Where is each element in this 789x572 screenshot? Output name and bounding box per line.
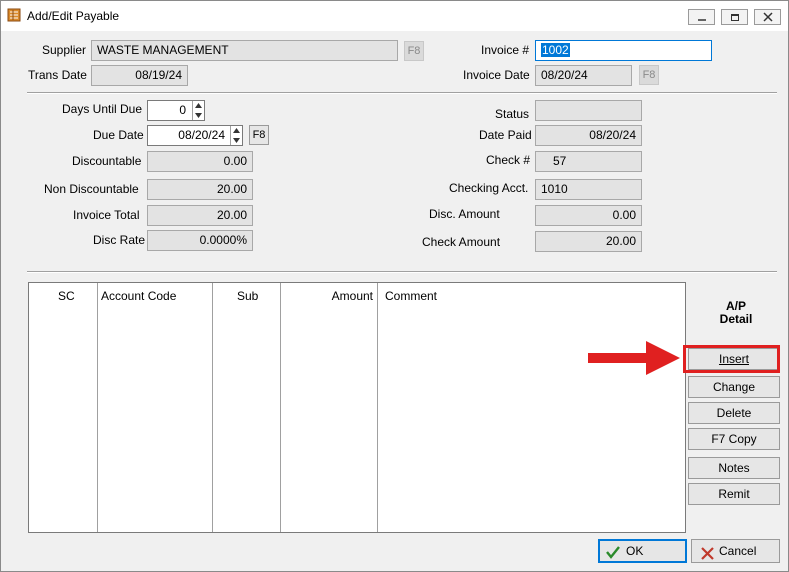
due-date-spinner[interactable] bbox=[230, 126, 242, 145]
spin-up-icon[interactable] bbox=[231, 126, 242, 135]
disc-amount-label: Disc. Amount bbox=[429, 207, 500, 221]
change-button[interactable]: Change bbox=[688, 376, 780, 398]
grid-column-sc: SC bbox=[29, 283, 98, 532]
days-until-due-spinner[interactable] bbox=[192, 101, 204, 120]
delete-button[interactable]: Delete bbox=[688, 402, 780, 424]
window-title: Add/Edit Payable bbox=[27, 9, 120, 23]
detail-separator bbox=[27, 271, 777, 273]
spin-down-icon[interactable] bbox=[231, 135, 242, 145]
grid-header-sc[interactable]: SC bbox=[58, 289, 75, 303]
grid-column-comment: Comment bbox=[378, 283, 685, 532]
check-amount-label: Check Amount bbox=[422, 235, 501, 249]
spin-up-icon[interactable] bbox=[193, 101, 204, 110]
annotation-arrow-icon bbox=[588, 341, 680, 375]
checking-acct-field: 1010 bbox=[535, 179, 642, 200]
check-amount-field: 20.00 bbox=[535, 231, 642, 252]
supplier-field: WASTE MANAGEMENT bbox=[91, 40, 398, 61]
disc-amount-field: 0.00 bbox=[535, 205, 642, 226]
header-separator bbox=[27, 92, 777, 94]
supplier-label: Supplier bbox=[42, 43, 87, 57]
disc-rate-label: Disc Rate bbox=[93, 233, 146, 247]
restore-icon bbox=[730, 12, 740, 22]
discountable-label: Discountable bbox=[72, 154, 142, 168]
supplier-lookup-button[interactable]: F8 bbox=[404, 41, 424, 61]
copy-button-label: F7 Copy bbox=[711, 432, 757, 446]
date-paid-label: Date Paid bbox=[479, 128, 532, 142]
close-icon bbox=[762, 12, 773, 22]
grid-header-account-code[interactable]: Account Code bbox=[101, 289, 176, 303]
non-discountable-field: 20.00 bbox=[147, 179, 253, 200]
invoice-number-input[interactable]: 1002 bbox=[535, 40, 712, 61]
invoice-date-label: Invoice Date bbox=[463, 68, 530, 82]
invoice-total-field: 20.00 bbox=[147, 205, 253, 226]
cancel-button-label: Cancel bbox=[719, 544, 757, 558]
disc-rate-field: 0.0000% bbox=[147, 230, 253, 251]
restore-button[interactable] bbox=[721, 9, 748, 25]
check-number-label: Check # bbox=[486, 153, 531, 167]
notes-button[interactable]: Notes bbox=[688, 457, 780, 479]
detail-grid[interactable]: SC Account Code Sub Amount Comment bbox=[28, 282, 686, 533]
invoice-date-field: 08/20/24 bbox=[535, 65, 632, 86]
invoice-date-lookup-button[interactable]: F8 bbox=[639, 65, 659, 85]
grid-header-sub[interactable]: Sub bbox=[237, 289, 258, 303]
grid-header-amount[interactable]: Amount bbox=[332, 289, 373, 303]
non-discountable-label: Non Discountable bbox=[44, 182, 139, 196]
close-button[interactable] bbox=[754, 9, 781, 25]
ap-detail-heading: A/P Detail bbox=[706, 300, 766, 326]
spin-down-icon[interactable] bbox=[193, 110, 204, 120]
ok-button[interactable]: OK bbox=[598, 539, 687, 563]
date-paid-field: 08/20/24 bbox=[535, 125, 642, 146]
notes-button-label: Notes bbox=[718, 461, 750, 475]
minimize-icon bbox=[697, 12, 707, 22]
discountable-field: 0.00 bbox=[147, 151, 253, 172]
invoice-number-label: Invoice # bbox=[481, 43, 530, 57]
add-edit-payable-window: Add/Edit Payable Supplier WASTE MANAGEME… bbox=[0, 0, 789, 572]
check-number-field: 57 bbox=[535, 151, 642, 172]
status-field bbox=[535, 100, 642, 121]
remit-button-label: Remit bbox=[718, 487, 750, 501]
due-date-input[interactable]: 08/20/24 bbox=[147, 125, 243, 146]
due-date-value: 08/20/24 bbox=[178, 128, 225, 142]
app-ledger-icon bbox=[7, 8, 21, 22]
cancel-x-icon bbox=[701, 545, 714, 567]
days-until-due-label: Days Until Due bbox=[62, 102, 143, 116]
ap-detail-heading-line2: Detail bbox=[719, 312, 753, 326]
delete-button-label: Delete bbox=[716, 406, 752, 420]
change-button-label: Change bbox=[712, 380, 756, 394]
grid-column-account-code: Account Code bbox=[98, 283, 213, 532]
grid-column-sub: Sub bbox=[213, 283, 281, 532]
grid-header-comment[interactable]: Comment bbox=[385, 289, 437, 303]
days-until-due-value: 0 bbox=[179, 103, 186, 117]
trans-date-field: 08/19/24 bbox=[91, 65, 188, 86]
copy-button[interactable]: F7 Copy bbox=[688, 428, 780, 450]
invoice-number-value: 1002 bbox=[541, 43, 570, 57]
checking-acct-label: Checking Acct. bbox=[449, 181, 529, 195]
remit-button[interactable]: Remit bbox=[688, 483, 780, 505]
insert-highlight-box bbox=[683, 345, 780, 373]
cancel-button[interactable]: Cancel bbox=[691, 539, 780, 563]
status-label: Status bbox=[495, 107, 530, 121]
title-bar: Add/Edit Payable bbox=[1, 1, 788, 31]
invoice-total-label: Invoice Total bbox=[73, 208, 140, 222]
checkmark-icon bbox=[606, 544, 620, 566]
minimize-button[interactable] bbox=[688, 9, 715, 25]
due-date-label: Due Date bbox=[93, 128, 144, 142]
due-date-lookup-button[interactable]: F8 bbox=[249, 125, 269, 145]
ok-button-label: OK bbox=[626, 544, 644, 558]
grid-column-amount: Amount bbox=[281, 283, 378, 532]
days-until-due-input[interactable]: 0 bbox=[147, 100, 205, 121]
trans-date-label: Trans Date bbox=[28, 68, 87, 82]
